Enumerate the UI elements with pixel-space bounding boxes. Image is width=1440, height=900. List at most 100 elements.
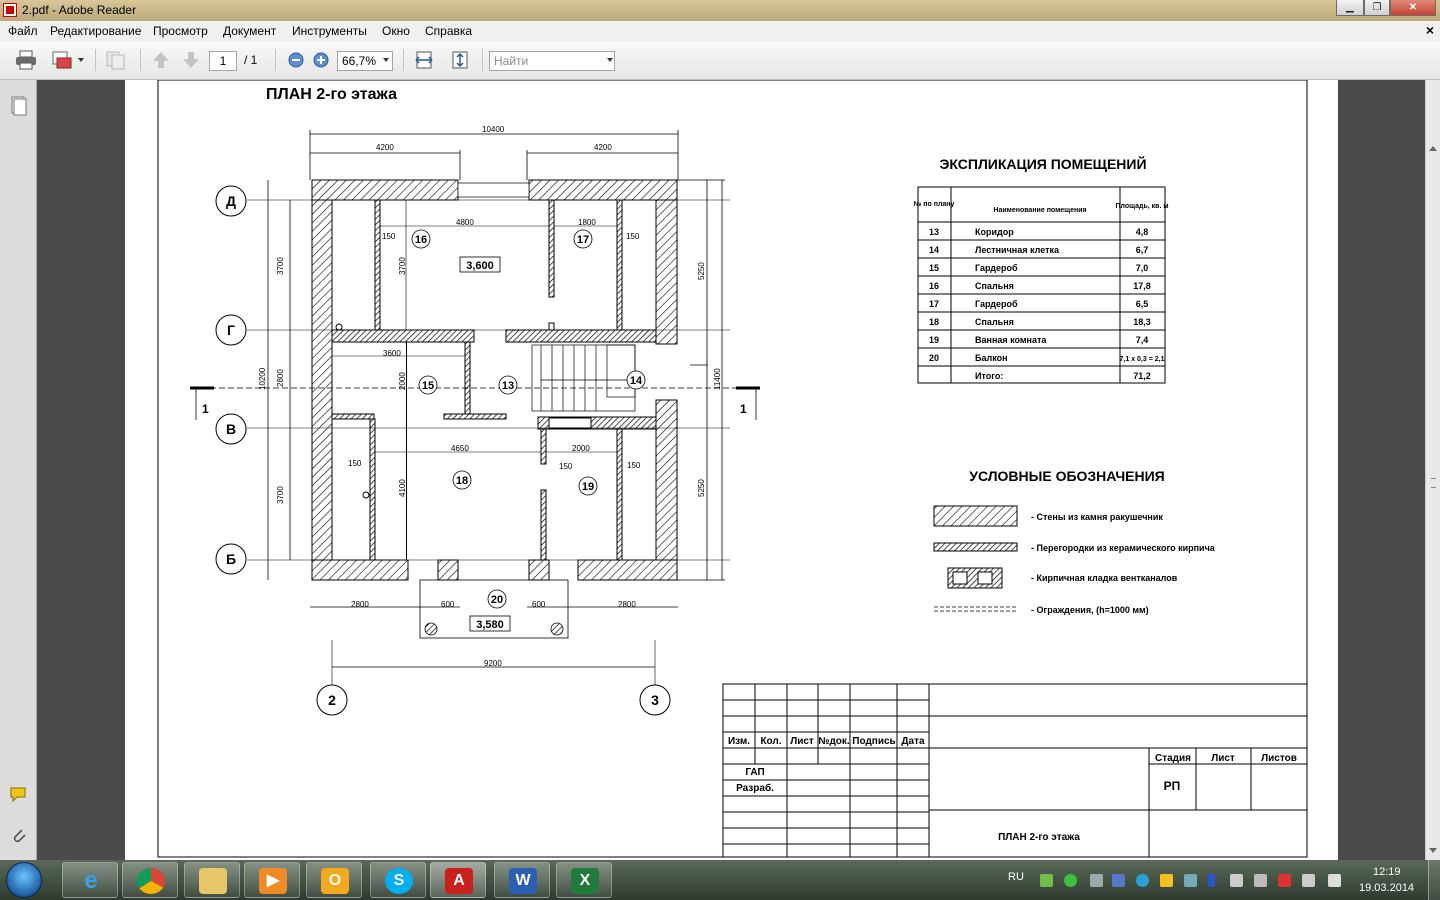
dim-bottom-total: 9200 bbox=[484, 659, 502, 668]
explication-cell-area: 6,5 bbox=[1136, 299, 1149, 309]
menu-view[interactable]: Просмотр bbox=[153, 24, 208, 38]
taskbar-chrome[interactable] bbox=[122, 862, 178, 898]
section-label-right: 1 bbox=[740, 402, 747, 416]
room-18: 18 bbox=[456, 475, 468, 487]
explication-cell-area: 71,2 bbox=[1133, 371, 1151, 381]
maximize-button[interactable]: ❐ bbox=[1364, 0, 1390, 16]
taskbar-skype[interactable]: S bbox=[370, 862, 426, 898]
show-desktop-button[interactable] bbox=[1428, 860, 1440, 900]
chevron-down-icon[interactable] bbox=[607, 58, 613, 62]
fit-width-icon[interactable] bbox=[413, 50, 435, 70]
chevron-down-icon[interactable] bbox=[78, 58, 84, 62]
staircase bbox=[531, 344, 636, 412]
menu-window[interactable]: Окно bbox=[382, 24, 410, 38]
taskbar-internet-explorer[interactable]: e bbox=[62, 862, 118, 898]
pages-panel-icon[interactable] bbox=[10, 96, 28, 116]
clock-time[interactable]: 12:19 bbox=[1373, 866, 1401, 878]
menu-document[interactable]: Документ bbox=[223, 24, 276, 38]
fit-page-icon[interactable] bbox=[449, 50, 471, 70]
explication-header-area: Площадь, кв. м bbox=[1115, 203, 1168, 210]
volume-icon[interactable] bbox=[1328, 874, 1341, 887]
taskbar-adobe-reader[interactable]: A bbox=[430, 862, 486, 898]
comments-icon[interactable] bbox=[9, 786, 31, 804]
axis-label-3: 3 bbox=[651, 692, 659, 708]
toolbar-divider bbox=[140, 49, 141, 71]
chevron-down-icon[interactable] bbox=[383, 58, 389, 62]
tray-device-icon[interactable] bbox=[1254, 874, 1267, 887]
close-button[interactable]: ✕ bbox=[1390, 0, 1436, 16]
explication-cell-area: 6,7 bbox=[1136, 245, 1149, 255]
adobe-reader-icon: A bbox=[445, 868, 473, 894]
tray-app-icon[interactable] bbox=[1040, 874, 1053, 887]
section-label-left: 1 bbox=[202, 402, 209, 416]
start-button[interactable] bbox=[6, 862, 42, 898]
attachments-icon[interactable] bbox=[10, 826, 28, 846]
dim-room18-height: 4100 bbox=[398, 479, 407, 497]
scroll-up-icon[interactable] bbox=[1429, 146, 1437, 151]
room-17: 17 bbox=[577, 234, 589, 246]
menu-edit[interactable]: Редактирование bbox=[50, 24, 141, 38]
tray-power-icon[interactable] bbox=[1302, 874, 1315, 887]
vertical-scrollbar[interactable] bbox=[1425, 80, 1440, 860]
toolbar-divider bbox=[482, 49, 483, 71]
arrow-down-icon[interactable] bbox=[180, 50, 202, 70]
dim-right-total: 11400 bbox=[713, 368, 722, 390]
tray-network-icon[interactable] bbox=[1090, 874, 1103, 887]
tray-skype-icon[interactable] bbox=[1136, 874, 1149, 887]
pages-icon bbox=[106, 51, 125, 70]
zoom-out-icon[interactable] bbox=[285, 50, 307, 70]
taskbar-outlook[interactable]: O bbox=[306, 862, 362, 898]
dim-left-a: 3700 bbox=[276, 257, 285, 275]
menu-file[interactable]: Файл bbox=[8, 24, 38, 38]
page-number-input[interactable]: 1 bbox=[209, 51, 237, 71]
axis-label-2: 2 bbox=[328, 692, 336, 708]
clock-date[interactable]: 19.03.2014 bbox=[1359, 882, 1414, 894]
taskbar-media-player[interactable]: ▶ bbox=[244, 862, 300, 898]
minimize-button[interactable]: ▁ bbox=[1336, 0, 1364, 16]
stamp-col-list: Лист bbox=[790, 736, 814, 747]
scroll-grip-icon[interactable] bbox=[1431, 478, 1436, 488]
menu-tools[interactable]: Инструменты bbox=[292, 24, 367, 38]
explication-table bbox=[917, 186, 1166, 384]
explication-cell-name: Лестничная клетка bbox=[975, 245, 1060, 255]
bluetooth-icon[interactable] bbox=[1208, 874, 1215, 887]
navigation-panel bbox=[0, 80, 37, 860]
explication-cell-area: 4,8 bbox=[1136, 227, 1149, 237]
search-input[interactable]: Найти bbox=[489, 51, 615, 71]
dim-top-right: 4200 bbox=[594, 143, 612, 152]
email-pdf-icon[interactable] bbox=[51, 50, 73, 70]
dim-right-b: 5250 bbox=[697, 479, 706, 497]
taskbar-excel[interactable]: X bbox=[556, 862, 612, 898]
tray-display-icon[interactable] bbox=[1112, 874, 1125, 887]
tray-flag-icon[interactable] bbox=[1230, 874, 1243, 887]
outlook-icon: O bbox=[321, 868, 349, 894]
dim-room16-width: 4800 bbox=[456, 218, 474, 227]
taskbar-word[interactable]: W bbox=[494, 862, 550, 898]
tray-security-icon[interactable] bbox=[1278, 874, 1291, 887]
plan-title: ПЛАН 2-го этажа bbox=[266, 86, 397, 103]
stamp-sheet-title: ПЛАН 2-го этажа bbox=[998, 832, 1080, 843]
stamp-col-signature: Подпись bbox=[852, 736, 895, 747]
legend-swatch-brick-partition bbox=[933, 542, 1018, 552]
language-indicator[interactable]: RU bbox=[1008, 871, 1024, 883]
zoom-in-icon[interactable] bbox=[310, 50, 332, 70]
menu-help[interactable]: Справка bbox=[425, 24, 472, 38]
scroll-down-icon[interactable] bbox=[1429, 848, 1437, 853]
taskbar-explorer[interactable] bbox=[184, 862, 240, 898]
document-close-icon[interactable]: × bbox=[1426, 22, 1434, 38]
window-title: 2.pdf - Adobe Reader bbox=[22, 3, 137, 17]
room-16: 16 bbox=[415, 234, 427, 246]
print-icon[interactable] bbox=[15, 50, 37, 70]
tray-sync-icon[interactable] bbox=[1184, 874, 1197, 887]
explication-cell-n: 20 bbox=[929, 353, 939, 363]
legend-item-brick-partition: - Перегородки из керамического кирпича bbox=[1031, 543, 1216, 553]
dim-partition-d: 150 bbox=[559, 462, 573, 471]
explication-cell-area: 17,8 bbox=[1133, 281, 1151, 291]
tray-chat-icon[interactable] bbox=[1064, 874, 1077, 887]
explication-cell-name: Ванная комната bbox=[975, 335, 1047, 345]
arrow-up-icon[interactable] bbox=[150, 50, 172, 70]
tray-update-icon[interactable] bbox=[1160, 874, 1173, 887]
dim-partition-e: 150 bbox=[627, 461, 641, 470]
legend-swatch-vent-masonry bbox=[947, 567, 1003, 589]
explication-cell-n: 18 bbox=[929, 317, 939, 327]
